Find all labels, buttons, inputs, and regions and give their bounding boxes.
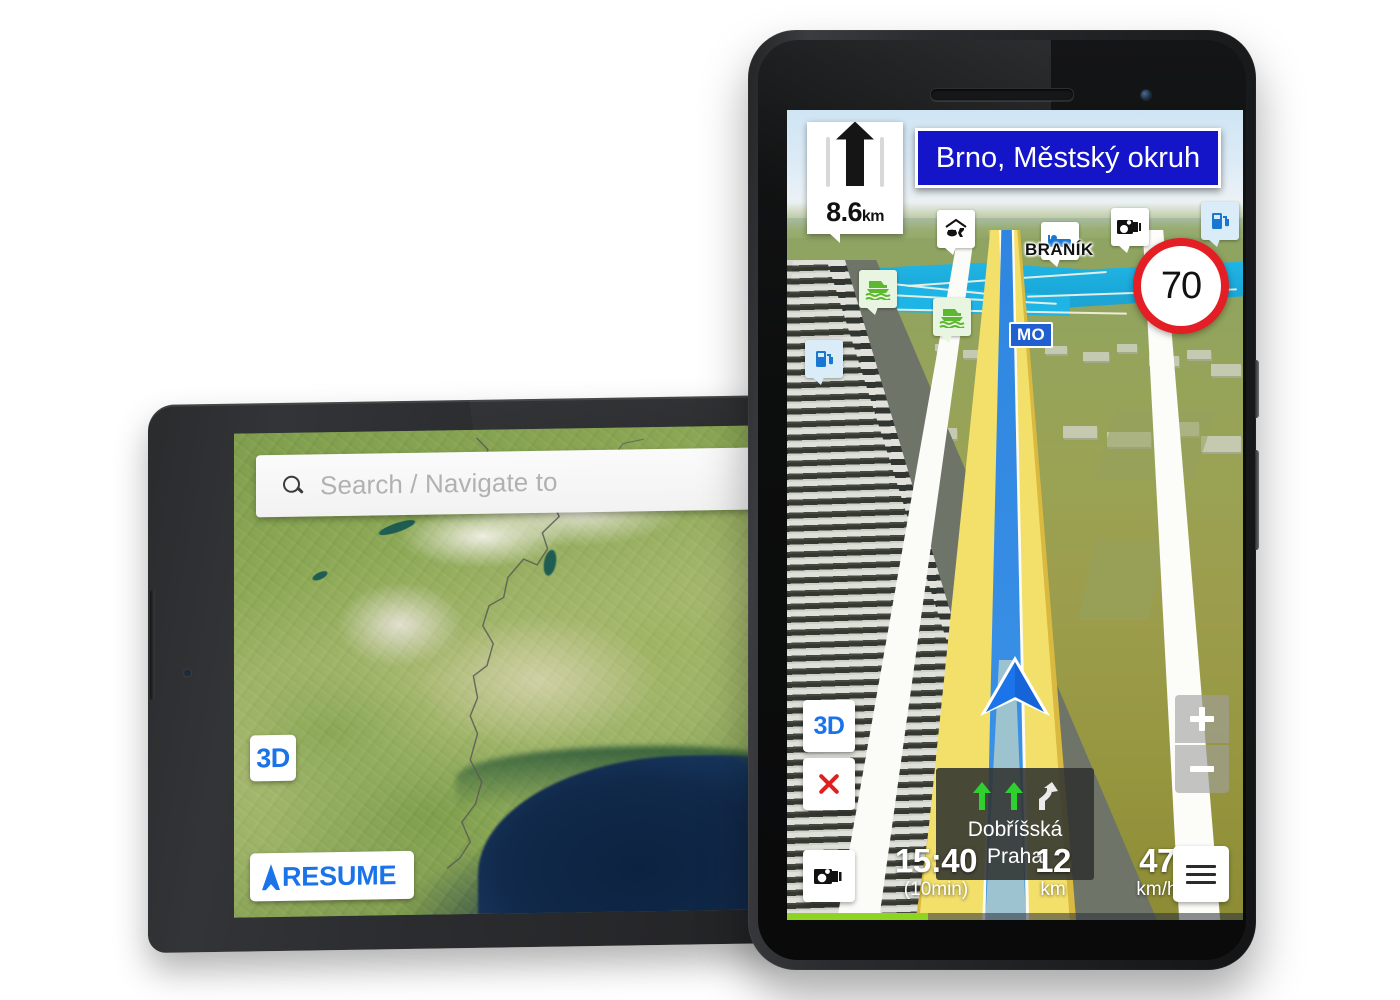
speed-limit-sign: 70: [1133, 238, 1229, 334]
zoom-in-button[interactable]: [1175, 695, 1229, 743]
hamburger-menu-icon: [1186, 880, 1216, 884]
poi-fuel-icon[interactable]: [805, 340, 843, 385]
turn-instruction-panel[interactable]: 8.6km: [807, 122, 903, 243]
tablet-resume-button[interactable]: RESUME: [250, 850, 415, 902]
lane-arrows: [942, 780, 1088, 810]
tablet-side-button[interactable]: [150, 589, 155, 700]
search-input[interactable]: Search / Navigate to: [256, 446, 788, 518]
speed-camera-warning-button[interactable]: [803, 850, 855, 902]
eta-status: 15:40 (10min): [871, 844, 1001, 902]
speed-limit-value: 70: [1160, 264, 1202, 307]
phone-power-button[interactable]: [1255, 360, 1259, 418]
phone-volume-button[interactable]: [1255, 450, 1259, 550]
search-icon: [282, 475, 304, 497]
phone-device: BRANÍK MO 8.6km Brno, Městský okruh 70 3…: [748, 30, 1259, 970]
turn-distance-unit: km: [861, 207, 885, 225]
straight-arrow-icon: [846, 137, 864, 186]
speed-camera-icon: [814, 869, 842, 884]
car-ferry-icon: [939, 309, 965, 328]
lane-right-fork-arrow-icon: [1039, 782, 1058, 810]
map-place-label: BRANÍK: [1025, 240, 1094, 259]
zoom-controls[interactable]: [1175, 695, 1229, 793]
phone-bezel: BRANÍK MO 8.6km Brno, Městský okruh 70 3…: [758, 40, 1246, 960]
distance-unit: km: [1040, 879, 1066, 900]
tablet-device: Search / Navigate to 3D RESUME: [148, 394, 788, 954]
search-placeholder: Search / Navigate to: [320, 466, 558, 500]
lane-divider-left: [826, 136, 830, 187]
street-sign-text: Brno, Městský okruh: [935, 141, 1201, 174]
car-ferry-icon: [865, 281, 891, 300]
poi-car-ferry-icon[interactable]: [933, 298, 971, 343]
hamburger-menu-icon: [1186, 864, 1216, 868]
phone-3d-label: 3D: [813, 711, 845, 740]
route-progress-fill: [787, 913, 929, 920]
fuel-icon: [1212, 213, 1229, 229]
tablet-3d-toggle-button[interactable]: 3D: [250, 734, 296, 782]
poi-car-ferry-icon[interactable]: [859, 270, 897, 315]
poi-car-repair-icon[interactable]: [937, 210, 975, 255]
map-road-badge: MO: [1009, 322, 1053, 348]
poi-speed-camera-icon[interactable]: [1111, 208, 1149, 253]
route-progress-bar: [787, 913, 1243, 920]
poi-fuel-icon[interactable]: [1201, 202, 1239, 247]
street-direction-sign: Brno, Městský okruh: [915, 128, 1221, 188]
navigation-arrow-icon: [262, 863, 280, 891]
front-camera-icon: [1141, 90, 1151, 100]
phone-cancel-route-button[interactable]: [803, 758, 855, 810]
turn-distance: 8.6km: [826, 197, 884, 228]
turn-distance-value: 8.6: [826, 196, 862, 227]
minus-icon: [1190, 766, 1214, 772]
eta-time: 15:40: [895, 842, 977, 879]
speed-camera-icon: [1117, 220, 1141, 234]
earpiece-speaker-icon: [930, 88, 1074, 101]
phone-3d-toggle-button[interactable]: 3D: [803, 700, 855, 752]
tablet-3d-label: 3D: [256, 742, 290, 773]
zoom-out-button[interactable]: [1175, 745, 1229, 793]
tablet-screen[interactable]: Search / Navigate to 3D RESUME: [234, 424, 788, 918]
lane-straight-arrow-icon: [1005, 782, 1023, 810]
phone-screen[interactable]: BRANÍK MO 8.6km Brno, Městský okruh 70 3…: [787, 110, 1243, 920]
hamburger-menu-icon: [1186, 872, 1216, 876]
close-icon: [816, 771, 842, 797]
car-repair-icon: [945, 218, 967, 237]
fuel-icon: [816, 351, 833, 367]
tablet-resume-label: RESUME: [282, 859, 397, 892]
main-menu-button[interactable]: [1173, 846, 1229, 902]
eta-remaining: (10min): [903, 879, 969, 900]
plus-icon: [1190, 707, 1214, 731]
lane-straight-arrow-icon: [973, 782, 991, 810]
tablet-front-camera-icon: [184, 669, 191, 677]
distance-status: 12 km: [1005, 844, 1101, 902]
lane-street-line1: Dobříšská: [967, 818, 1063, 841]
lane-illustration: [817, 129, 893, 195]
distance-value: 12: [1035, 842, 1071, 879]
lane-divider-right: [880, 136, 884, 187]
